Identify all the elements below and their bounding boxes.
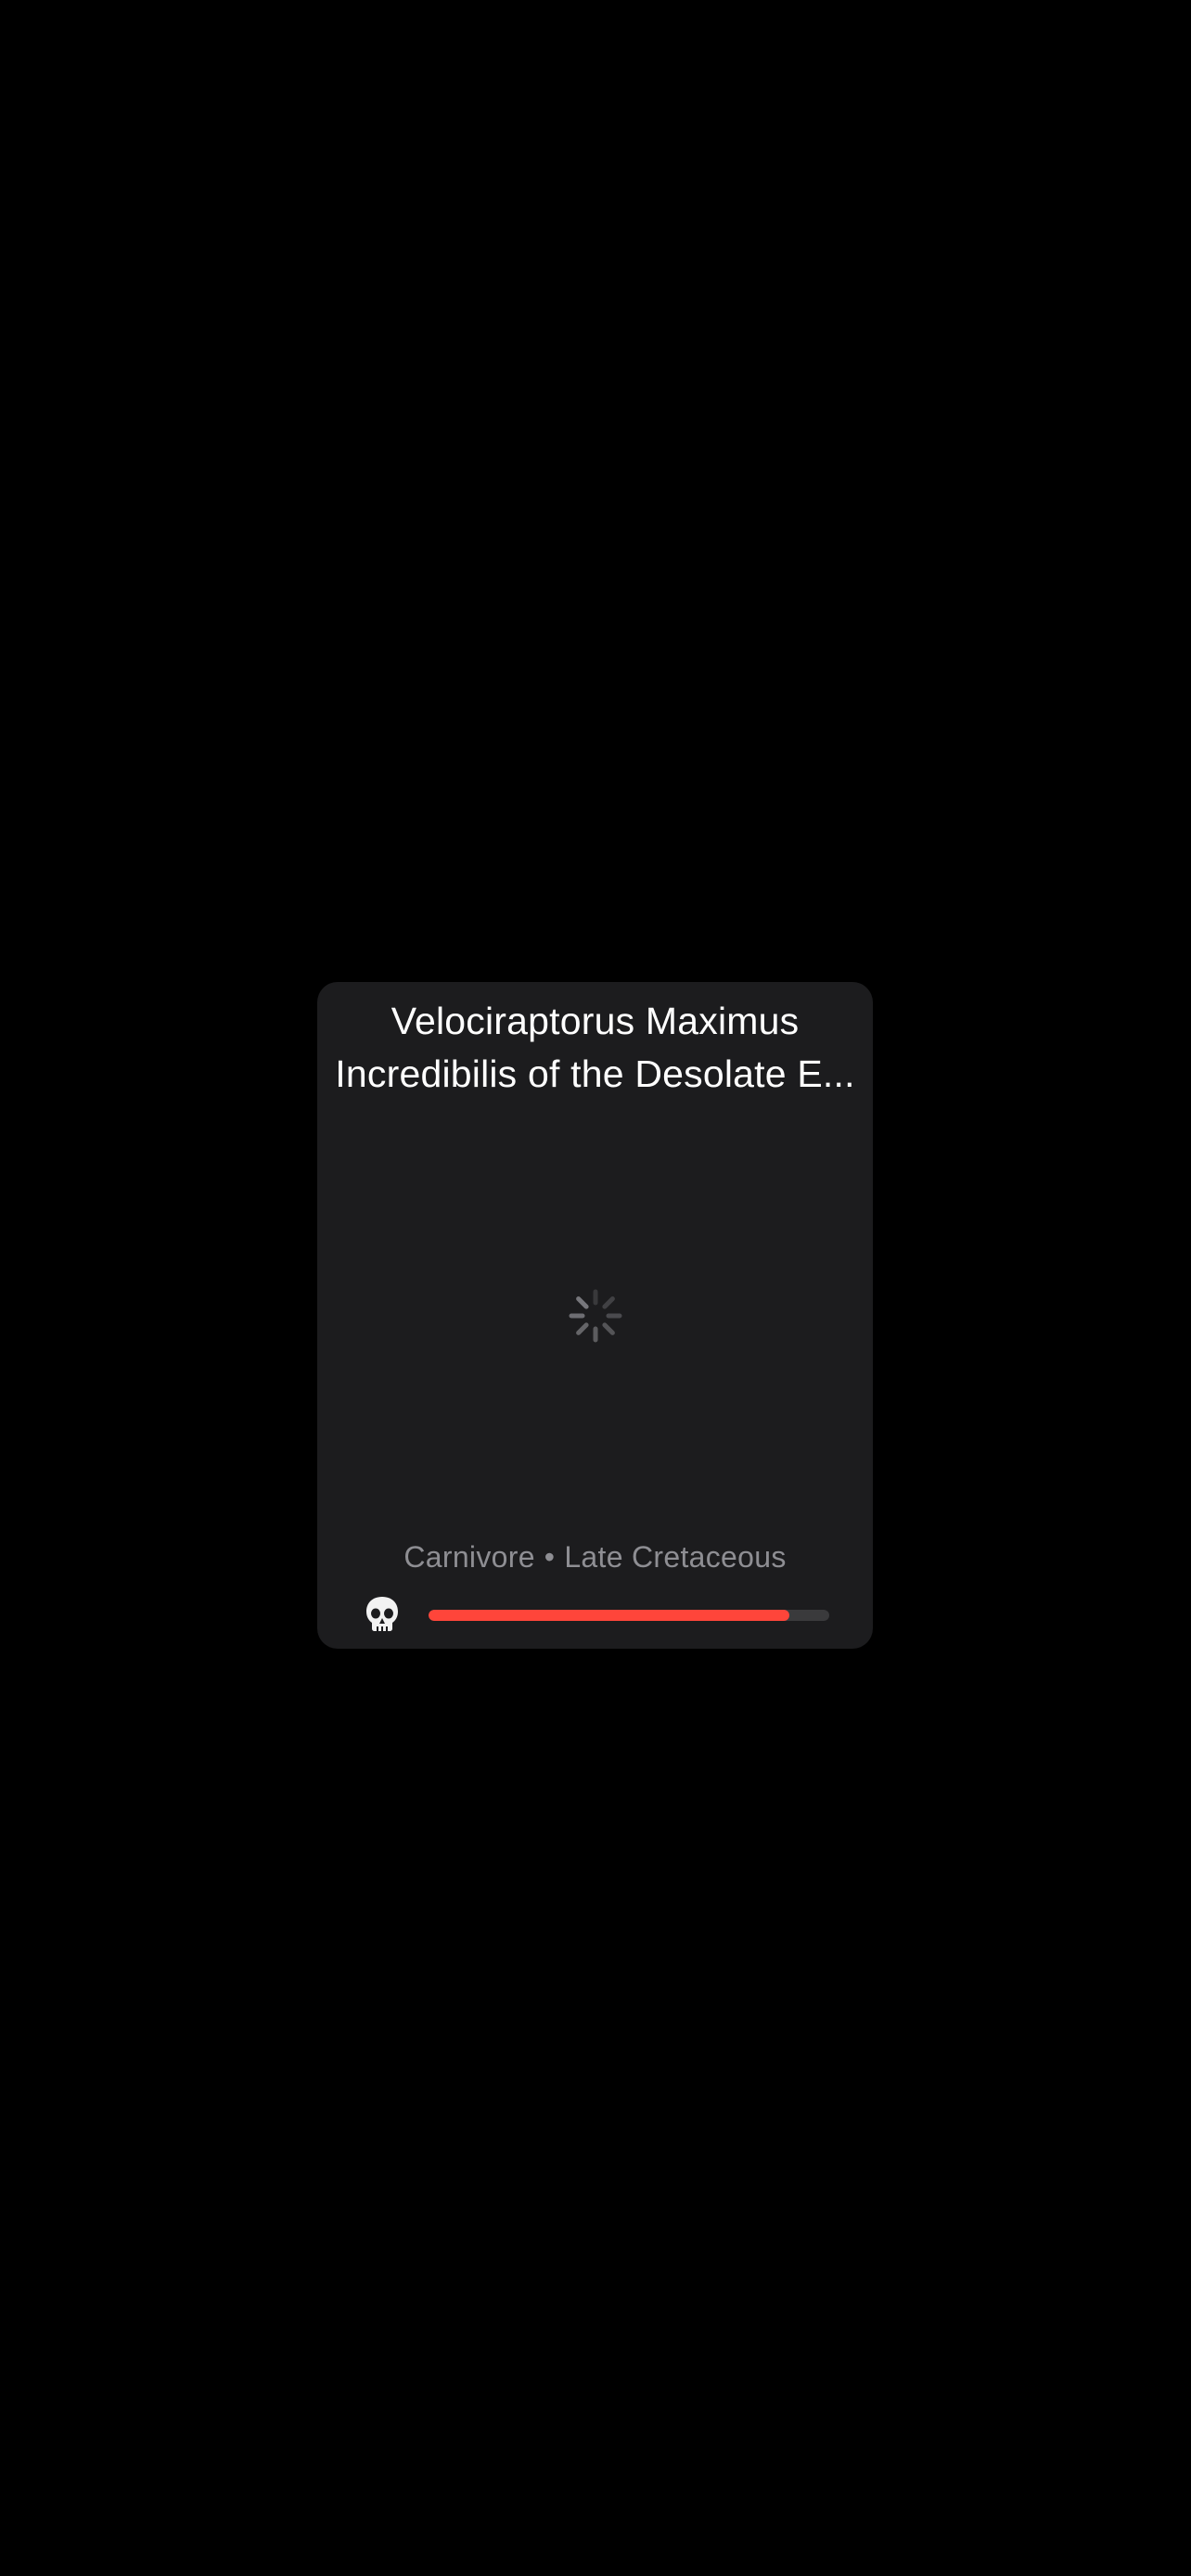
card-subtitle: Carnivore • Late Cretaceous [317, 1538, 873, 1575]
spinner-spoke [602, 1296, 615, 1309]
diet-label: Carnivore [403, 1540, 535, 1574]
dinosaur-card[interactable]: Velociraptorus Maximus Incredibilis of t… [317, 982, 873, 1649]
card-title-line-2: Incredibilis of the Desolate E... [335, 1052, 855, 1095]
skull-icon [366, 1597, 398, 1631]
loading-spinner-icon [569, 1289, 622, 1343]
separator-dot: • [544, 1540, 556, 1574]
spinner-spoke [602, 1322, 615, 1335]
health-row [317, 1595, 873, 1636]
card-title-line-1: Velociraptorus Maximus [391, 1000, 800, 1042]
health-bar [429, 1610, 829, 1621]
health-bar-fill [429, 1610, 789, 1621]
spinner-spoke [576, 1296, 589, 1309]
spinner-spoke [576, 1322, 589, 1335]
card-title: Velociraptorus Maximus Incredibilis of t… [325, 995, 865, 1101]
period-label: Late Cretaceous [564, 1540, 787, 1574]
